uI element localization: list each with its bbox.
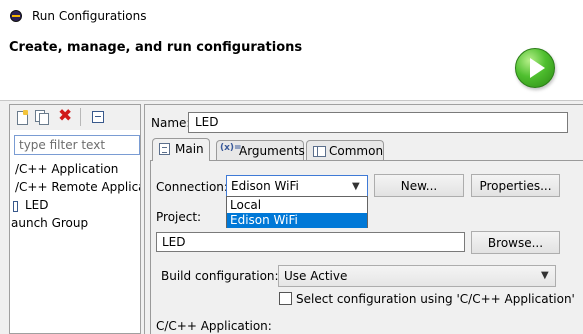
tree-item-led[interactable]: LED xyxy=(25,198,49,212)
toolbar-separator xyxy=(80,108,81,126)
cpp-application-label: C/C++ Application: xyxy=(156,319,272,333)
tab-main[interactable]: Main xyxy=(152,138,210,161)
tab-main-label: Main xyxy=(175,142,204,156)
tab-arguments-label: Arguments xyxy=(239,144,305,158)
tree-item-cpp-remote-application[interactable]: /C++ Remote Applicatio xyxy=(15,180,140,194)
chevron-down-icon[interactable]: ▼ xyxy=(352,181,360,192)
main-tab-icon xyxy=(159,143,170,155)
browse-button[interactable]: Browse... xyxy=(471,231,560,254)
tab-common[interactable]: Common xyxy=(306,140,384,160)
dropdown-option-local[interactable]: Local xyxy=(227,198,367,213)
window-title: Run Configurations xyxy=(32,9,147,23)
delete-icon[interactable]: ✖ xyxy=(58,108,72,125)
filter-input[interactable]: type filter text xyxy=(14,135,140,155)
new-connection-button[interactable]: New... xyxy=(374,174,464,197)
name-input[interactable]: LED xyxy=(188,112,568,133)
configuration-tree: /C++ Application /C++ Remote Applicatio … xyxy=(10,158,140,258)
arguments-icon: (x)= xyxy=(220,143,242,153)
name-label: Name: xyxy=(151,116,191,130)
dropdown-option-edison-wifi[interactable]: Edison WiFi xyxy=(227,213,367,228)
tree-item-cpp-application[interactable]: /C++ Application xyxy=(15,162,118,176)
tree-toolbar xyxy=(10,105,140,130)
tab-common-label: Common xyxy=(329,144,384,158)
connection-dropdown-list: Local Edison WiFi xyxy=(226,196,368,228)
run-icon xyxy=(515,48,555,88)
tree-item-launch-group[interactable]: aunch Group xyxy=(11,216,88,230)
led-config-icon xyxy=(13,201,18,212)
project-label: Project: xyxy=(156,210,202,224)
project-input[interactable]: LED xyxy=(156,232,465,252)
eclipse-icon xyxy=(10,10,22,22)
connection-select[interactable]: Edison WiFi xyxy=(226,175,368,197)
tab-arguments[interactable]: (x)= Arguments xyxy=(216,140,305,160)
properties-button[interactable]: Properties... xyxy=(471,174,560,197)
select-configuration-checkbox[interactable] xyxy=(279,292,292,305)
duplicate-icon[interactable] xyxy=(35,110,49,125)
select-configuration-label: Select configuration using 'C/C++ Applic… xyxy=(296,292,575,306)
chevron-down-icon[interactable]: ▼ xyxy=(541,270,549,281)
build-configuration-label: Build configuration: xyxy=(161,269,279,283)
new-configuration-icon[interactable] xyxy=(15,110,29,125)
common-icon xyxy=(313,146,326,157)
banner-title: Create, manage, and run configurations xyxy=(9,40,303,55)
build-configuration-select[interactable]: Use Active xyxy=(278,265,556,287)
connection-label: Connection: xyxy=(156,180,228,194)
collapse-all-icon[interactable] xyxy=(91,110,105,125)
